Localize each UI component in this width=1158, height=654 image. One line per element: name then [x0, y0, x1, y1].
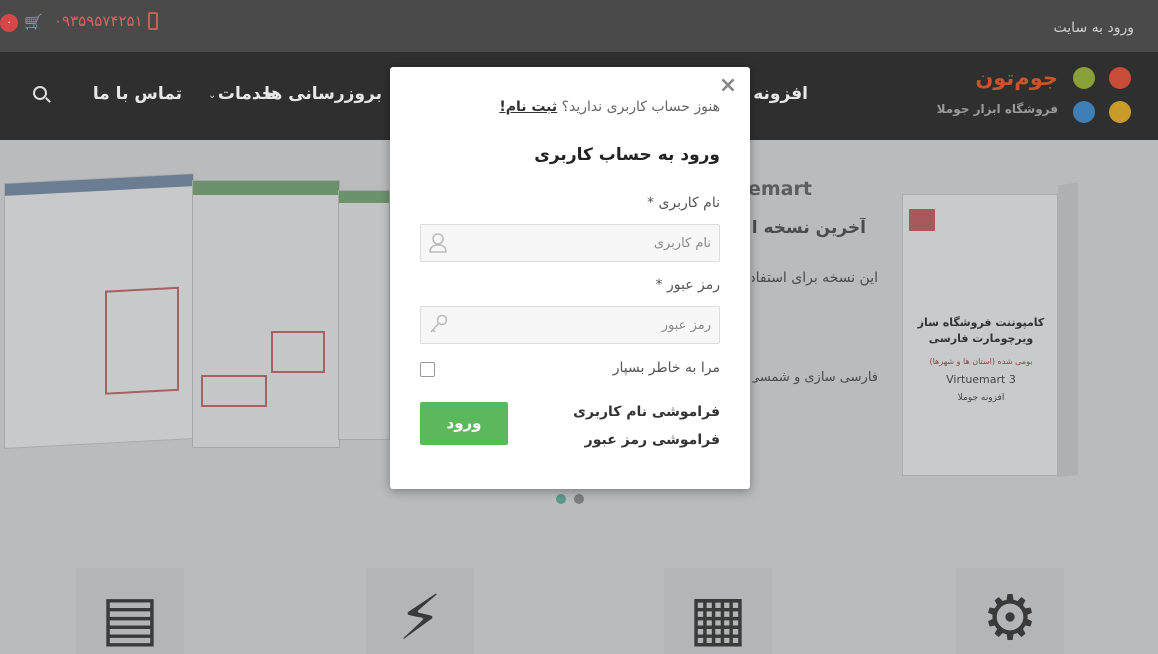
- cart-count-badge[interactable]: ۰: [0, 14, 18, 32]
- slider-dot-active[interactable]: [556, 494, 566, 504]
- slider-dot[interactable]: [574, 494, 584, 504]
- presentation-board-icon: ▤: [100, 581, 160, 654]
- screenshot-image: [192, 180, 340, 448]
- joomla-logo-icon: [1073, 67, 1131, 123]
- nav-item-services[interactable]: خدمات: [218, 84, 274, 104]
- logo-name: جوم‌تون: [975, 66, 1058, 90]
- register-link[interactable]: ثبت نام!: [499, 99, 557, 115]
- ribbon-icon: [909, 209, 935, 231]
- required-mark: *: [655, 277, 663, 293]
- username-input[interactable]: [451, 225, 719, 261]
- close-icon[interactable]: ×: [718, 75, 738, 97]
- remember-me-checkbox[interactable]: [420, 362, 435, 377]
- product-box-image: کامپوننت فروشگاه ساز ویرچومارت فارسی بوم…: [902, 182, 1078, 478]
- logo-tagline: فروشگاه ابزار جوملا: [936, 102, 1058, 116]
- forgot-username-link[interactable]: فراموشی نام کاربری: [573, 404, 720, 420]
- username-label-text: نام کاربری: [658, 195, 720, 211]
- feature-card[interactable]: ▤: [76, 568, 184, 654]
- features-section: ▤ ⚡ ▦ ⚙: [0, 540, 1158, 654]
- required-mark: *: [646, 195, 654, 211]
- chevron-down-icon: ⌄: [208, 90, 217, 101]
- cart-icon[interactable]: 🛒: [24, 13, 43, 31]
- box-caption: افزونه جوملا: [957, 393, 1005, 403]
- username-label: نام کاربری *: [647, 195, 720, 211]
- screenshot-image: [4, 173, 194, 449]
- password-label-text: رمز عبور: [666, 277, 720, 293]
- password-input[interactable]: [451, 307, 719, 343]
- hero-title: emart: [748, 178, 812, 200]
- hero-headline: آخرین نسخه افزونه: [752, 218, 866, 238]
- user-icon: [429, 233, 447, 253]
- key-icon: [430, 314, 448, 333]
- lego-brick-icon: ▦: [688, 581, 748, 654]
- plug-icon: ⚡: [398, 581, 442, 654]
- feature-card[interactable]: ⚙: [956, 568, 1064, 654]
- feature-card[interactable]: ⚡: [366, 568, 474, 654]
- login-link[interactable]: ورود به سایت: [1054, 20, 1134, 36]
- forgot-password-link[interactable]: فراموشی رمز عبور: [585, 432, 720, 448]
- remember-me-label: مرا به خاطر بسپار: [612, 360, 720, 376]
- box-product-name: Virtuemart 3: [946, 373, 1016, 386]
- search-icon[interactable]: [33, 86, 47, 100]
- top-bar: ورود به سایت ۰۹۳۵۹۵۷۴۲۵۱ 🛒 ۰: [0, 0, 1158, 52]
- login-submit-button[interactable]: ورود: [420, 402, 508, 445]
- register-prompt: هنوز حساب کاربری ندارید؟ ثبت نام!: [499, 99, 720, 115]
- hero-text: فارسی سازی و شمسی سازی: [752, 370, 878, 385]
- box-title: کامپوننت فروشگاه ساز ویرچومارت فارسی: [917, 316, 1045, 345]
- nav-item-contact[interactable]: تماس با ما: [93, 84, 182, 104]
- phone-number: ۰۹۳۵۹۵۷۴۲۵۱: [54, 12, 143, 30]
- password-field[interactable]: [420, 306, 720, 344]
- screenshot-image: [338, 190, 390, 440]
- modal-title: ورود به حساب کاربری: [534, 145, 720, 165]
- feature-card[interactable]: ▦: [664, 568, 772, 654]
- hero-text: این نسخه برای استفاده: [752, 270, 878, 286]
- register-prompt-text: هنوز حساب کاربری ندارید؟: [561, 99, 720, 115]
- gear-icon: ⚙: [982, 581, 1038, 654]
- username-field[interactable]: [420, 224, 720, 262]
- box-subtitle: بومی شده (استان ها و شهرها): [929, 357, 1033, 366]
- nav-item-updates[interactable]: بروزرسانی ها: [264, 84, 382, 104]
- site-logo[interactable]: جوم‌تون فروشگاه ابزار جوملا: [916, 62, 1138, 130]
- password-label: رمز عبور *: [656, 277, 720, 293]
- mobile-phone-icon: [148, 12, 158, 30]
- login-modal: × هنوز حساب کاربری ندارید؟ ثبت نام! ورود…: [390, 67, 750, 489]
